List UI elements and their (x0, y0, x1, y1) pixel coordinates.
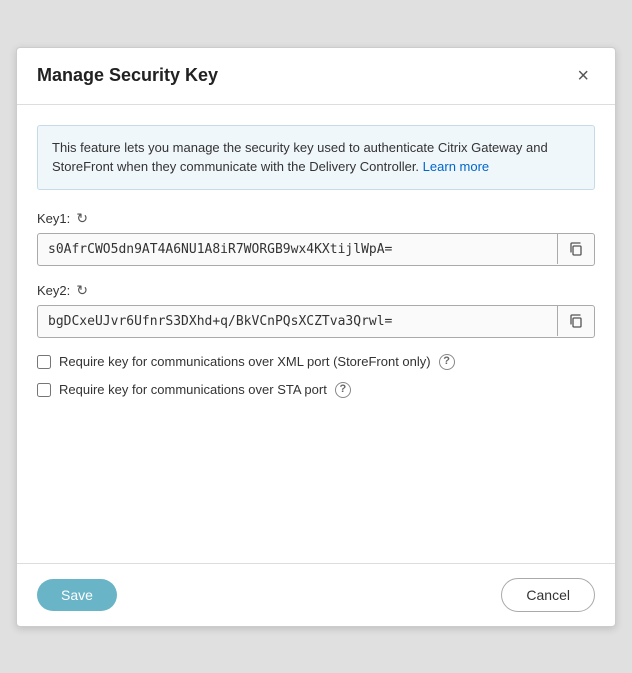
xml-port-help-icon[interactable]: ? (439, 354, 455, 370)
key1-input-wrapper (37, 233, 595, 266)
xml-port-checkbox[interactable] (37, 355, 51, 369)
key1-copy-button[interactable] (557, 234, 594, 264)
key1-refresh-icon[interactable]: ↻ (76, 210, 88, 227)
checkbox2-row: Require key for communications over STA … (37, 382, 595, 398)
key1-input[interactable] (38, 234, 557, 265)
cancel-button[interactable]: Cancel (501, 578, 595, 612)
key1-group: Key1: ↻ (37, 210, 595, 266)
dialog-title: Manage Security Key (37, 65, 218, 86)
xml-port-label[interactable]: Require key for communications over XML … (59, 354, 431, 369)
manage-security-key-dialog: Manage Security Key × This feature lets … (16, 47, 616, 627)
key1-label: Key1: (37, 211, 70, 226)
sta-port-checkbox[interactable] (37, 383, 51, 397)
dialog-footer: Save Cancel (17, 563, 615, 626)
sta-port-label[interactable]: Require key for communications over STA … (59, 382, 327, 397)
dialog-body: This feature lets you manage the securit… (17, 105, 615, 563)
dialog-header: Manage Security Key × (17, 48, 615, 105)
key2-input[interactable] (38, 306, 557, 337)
copy-icon-2 (568, 313, 584, 329)
key2-copy-button[interactable] (557, 306, 594, 336)
checkbox1-row: Require key for communications over XML … (37, 354, 595, 370)
learn-more-link[interactable]: Learn more (423, 159, 489, 174)
key2-group: Key2: ↻ (37, 282, 595, 338)
info-box: This feature lets you manage the securit… (37, 125, 595, 190)
key2-refresh-icon[interactable]: ↻ (76, 282, 88, 299)
key2-label-row: Key2: ↻ (37, 282, 595, 299)
sta-port-help-icon[interactable]: ? (335, 382, 351, 398)
key2-label: Key2: (37, 283, 70, 298)
copy-icon (568, 241, 584, 257)
key2-input-wrapper (37, 305, 595, 338)
key1-label-row: Key1: ↻ (37, 210, 595, 227)
save-button[interactable]: Save (37, 579, 117, 611)
close-button[interactable]: × (571, 64, 595, 88)
